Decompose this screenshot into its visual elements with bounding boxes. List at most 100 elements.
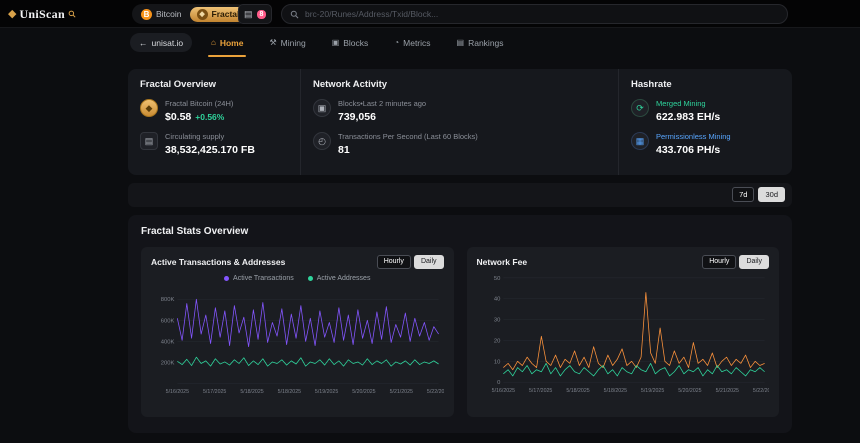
svg-text:5/18/2025: 5/18/2025 — [566, 388, 589, 394]
tab-metrics-label: Metrics — [403, 38, 430, 48]
network-bitcoin-button[interactable]: B Bitcoin — [134, 7, 189, 22]
svg-text:5/21/2025: 5/21/2025 — [390, 390, 413, 396]
svg-text:5/19/2025: 5/19/2025 — [315, 390, 338, 396]
merged-mining-icon: ⟳ — [631, 99, 649, 117]
network-activity-title: Network Activity — [313, 79, 606, 90]
network-fee-interval-toggle: Hourly Daily — [702, 255, 769, 269]
network-fractal-label: Fractal — [212, 9, 240, 19]
permissionless-mining-label: Permissionless Mining — [656, 132, 731, 141]
svg-text:5/21/2025: 5/21/2025 — [715, 388, 738, 394]
blocks-value: 739,056 — [338, 111, 426, 123]
tab-rankings-label: Rankings — [468, 38, 503, 48]
transactions-chart-legend: Active Transactions Active Addresses — [151, 275, 444, 282]
search-icon — [290, 10, 299, 19]
network-fee-daily-button[interactable]: Daily — [739, 255, 769, 269]
svg-text:40: 40 — [493, 297, 500, 303]
network-toggle: B Bitcoin ◆ Fractal — [132, 4, 248, 24]
back-to-unisat-button[interactable]: ← unisat.io — [130, 33, 192, 52]
price-value: $0.58 — [165, 111, 191, 123]
svg-text:5/18/2025: 5/18/2025 — [240, 390, 263, 396]
brand-name: UniScan — [19, 7, 64, 22]
svg-text:5/17/2025: 5/17/2025 — [203, 390, 226, 396]
supply-label: Circulating supply — [165, 132, 255, 141]
blocks-label: Blocks•Last 2 minutes ago — [338, 99, 426, 108]
uniscan-logo[interactable]: ◆ UniScan — [8, 0, 76, 28]
svg-text:600K: 600K — [161, 319, 175, 325]
network-fee-chart: 504030201005/16/20255/17/20255/18/20255/… — [477, 273, 770, 409]
tab-mining-label: Mining — [281, 38, 306, 48]
transactions-chart-title: Active Transactions & Addresses — [151, 257, 285, 267]
blocks-icon: ▣ — [332, 38, 340, 47]
transactions-chart: 800K 600K 400K 200K 5/16/2025 5/17/2025 5/18/2… — [151, 286, 444, 409]
back-arrow-icon: ← — [139, 38, 148, 48]
tab-blocks[interactable]: ▣ Blocks — [323, 28, 378, 57]
network-activity-column: Network Activity ▣ Blocks•Last 2 minutes… — [300, 69, 618, 175]
tab-home[interactable]: ⌂ Home — [202, 28, 252, 57]
search-input[interactable] — [305, 9, 779, 19]
main-tabs: ⌂ Home ⚒ Mining ▣ Blocks ◔ Metrics ▤ Ran… — [202, 28, 513, 57]
price-change: +0.56% — [195, 112, 224, 122]
svg-text:200K: 200K — [161, 361, 175, 367]
svg-text:5/22/2025: 5/22/2025 — [752, 388, 769, 394]
supply-value: 38,532,425.170 FB — [165, 144, 255, 156]
stats-title: Fractal Stats Overview — [141, 226, 779, 237]
fractal-stats-panel: Fractal Stats Overview Active Transactio… — [128, 215, 792, 433]
svg-text:10: 10 — [493, 360, 500, 366]
svg-text:5/20/2025: 5/20/2025 — [352, 390, 375, 396]
charts-row: Active Transactions & Addresses Hourly D… — [141, 247, 779, 417]
range-30d-button[interactable]: 30d — [758, 187, 785, 202]
tab-metrics[interactable]: ◔ Metrics — [385, 28, 439, 57]
network-bitcoin-label: Bitcoin — [156, 9, 182, 19]
svg-text:5/19/2025: 5/19/2025 — [640, 388, 663, 394]
supply-icon: ▤ — [140, 132, 158, 150]
fractal-price-label: Fractal Bitcoin (24H) — [165, 99, 233, 108]
svg-text:5/20/2025: 5/20/2025 — [678, 388, 701, 394]
transactions-hourly-button[interactable]: Hourly — [377, 255, 411, 269]
legend-active-transactions: Active Transactions — [224, 275, 294, 282]
range-toggle: 7d 30d — [732, 187, 785, 202]
svg-text:5/18/2025: 5/18/2025 — [603, 388, 626, 394]
fractal-overview-column: Fractal Overview ◆ Fractal Bitcoin (24H)… — [128, 69, 300, 175]
svg-text:5/16/2025: 5/16/2025 — [166, 390, 189, 396]
svg-text:0: 0 — [497, 381, 501, 387]
mining-icon: ⚒ — [269, 38, 276, 47]
bitcoin-icon: B — [141, 9, 152, 20]
quick-panel-button[interactable]: ▤ 8 — [238, 4, 272, 24]
fractal-price-coin-icon: ◆ — [140, 99, 158, 117]
tab-mining[interactable]: ⚒ Mining — [260, 28, 314, 57]
tps-row: ◴ Transactions Per Second (Last 60 Block… — [313, 132, 606, 156]
permissionless-mining-row: ▦ Permissionless Mining 433.706 PH/s — [631, 132, 780, 156]
permissionless-mining-icon: ▦ — [631, 132, 649, 150]
transactions-daily-button[interactable]: Daily — [414, 255, 444, 269]
home-icon: ⌂ — [211, 38, 216, 47]
metrics-icon: ◔ — [394, 38, 399, 47]
tab-home-label: Home — [220, 38, 244, 48]
svg-text:5/22/2025: 5/22/2025 — [427, 390, 444, 396]
tab-blocks-label: Blocks — [343, 38, 368, 48]
block-cube-icon: ▣ — [313, 99, 331, 117]
svg-text:30: 30 — [493, 318, 500, 324]
overview-panel: Fractal Overview ◆ Fractal Bitcoin (24H)… — [128, 69, 792, 175]
tps-gauge-icon: ◴ — [313, 132, 331, 150]
range-bar: 7d 30d — [128, 183, 792, 207]
brand-magnifier-icon — [68, 10, 76, 18]
hashrate-title: Hashrate — [631, 79, 780, 90]
legend-active-addresses-label: Active Addresses — [317, 275, 371, 282]
search-bar[interactable] — [281, 4, 788, 24]
range-7d-button[interactable]: 7d — [732, 187, 754, 202]
svg-text:400K: 400K — [161, 340, 175, 346]
back-label: unisat.io — [152, 38, 184, 48]
main-content: Fractal Overview ◆ Fractal Bitcoin (24H)… — [128, 69, 792, 433]
tab-rankings[interactable]: ▤ Rankings — [448, 28, 513, 57]
fractal-price-row: ◆ Fractal Bitcoin (24H) $0.58 +0.56% — [140, 99, 288, 123]
topbar: ◆ UniScan B Bitcoin ◆ Fractal ▤ 8 — [0, 0, 860, 28]
svg-text:5/18/2025: 5/18/2025 — [278, 390, 301, 396]
svg-text:800K: 800K — [161, 298, 175, 304]
hashrate-column: Hashrate ⟳ Merged Mining 622.983 EH/s ▦ … — [618, 69, 792, 175]
green-dot-icon — [308, 276, 313, 281]
merged-mining-value: 622.983 EH/s — [656, 111, 720, 123]
card-icon: ▤ — [244, 10, 253, 19]
network-fee-chart-header: Network Fee Hourly Daily — [477, 255, 770, 269]
transactions-chart-card: Active Transactions & Addresses Hourly D… — [141, 247, 454, 417]
network-fee-hourly-button[interactable]: Hourly — [702, 255, 736, 269]
